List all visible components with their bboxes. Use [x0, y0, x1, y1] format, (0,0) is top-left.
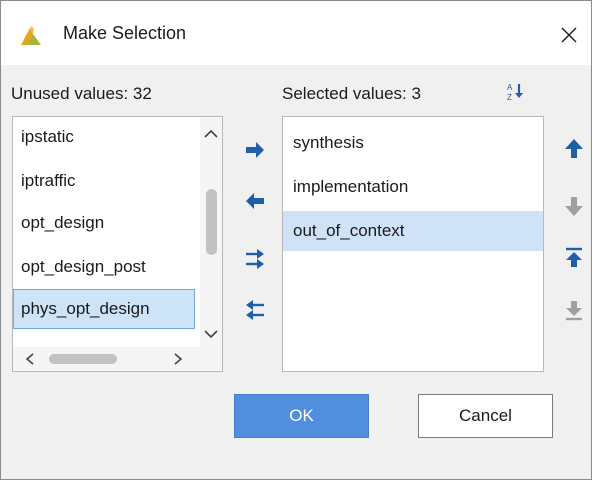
- ok-button[interactable]: OK: [234, 394, 369, 438]
- move-all-right-icon: [246, 249, 264, 269]
- cancel-button[interactable]: Cancel: [418, 394, 553, 438]
- scroll-down-icon[interactable]: [203, 327, 219, 341]
- move-all-left-button[interactable]: [243, 298, 267, 322]
- move-down-button[interactable]: [563, 194, 585, 218]
- list-item[interactable]: opt_design: [13, 203, 222, 243]
- selected-values-label: Selected values: 3: [282, 84, 421, 103]
- move-to-bottom-button[interactable]: [563, 298, 585, 322]
- make-selection-dialog: Make Selection Unused values: 32 Selecte…: [0, 0, 592, 480]
- move-to-bottom-icon: [566, 301, 582, 321]
- move-right-button[interactable]: [243, 138, 267, 162]
- horizontal-scroll-thumb[interactable]: [49, 354, 117, 364]
- move-to-top-button[interactable]: [563, 246, 585, 270]
- list-item[interactable]: implementation: [283, 167, 543, 207]
- scroll-right-icon[interactable]: [169, 352, 185, 366]
- unused-values-list[interactable]: ipstatic iptraffic opt_design opt_design…: [12, 116, 223, 372]
- vertical-scroll-thumb[interactable]: [206, 189, 217, 255]
- unused-values-label: Unused values: 32: [11, 84, 152, 103]
- scroll-up-icon[interactable]: [203, 127, 219, 141]
- move-all-right-button[interactable]: [243, 247, 267, 271]
- move-right-icon: [246, 142, 264, 158]
- sort-az-icon[interactable]: A Z: [506, 81, 526, 103]
- selected-values-list[interactable]: synthesis implementation out_of_context: [282, 116, 544, 372]
- list-item[interactable]: synthesis: [283, 123, 543, 163]
- move-left-button[interactable]: [243, 189, 267, 213]
- list-item-highlighted[interactable]: out_of_context: [283, 211, 543, 251]
- move-all-left-icon: [246, 300, 264, 320]
- scroll-left-icon[interactable]: [23, 352, 39, 366]
- list-item[interactable]: ipstatic: [13, 117, 222, 157]
- horizontal-scrollbar[interactable]: [13, 347, 222, 371]
- move-up-icon: [565, 139, 583, 158]
- move-to-top-icon: [566, 247, 582, 267]
- title-bar: Make Selection: [1, 1, 591, 65]
- list-item[interactable]: iptraffic: [13, 161, 222, 201]
- list-item[interactable]: opt_design_post: [13, 247, 222, 287]
- close-icon: [561, 27, 577, 43]
- svg-text:A: A: [507, 83, 513, 92]
- vivado-logo-icon: [19, 25, 43, 47]
- move-down-icon: [565, 197, 583, 216]
- move-left-icon: [246, 193, 264, 209]
- dialog-title: Make Selection: [63, 23, 187, 43]
- close-button[interactable]: [547, 15, 591, 55]
- list-item-selected[interactable]: phys_opt_design: [13, 289, 195, 329]
- vertical-scrollbar[interactable]: [200, 117, 222, 347]
- move-up-button[interactable]: [563, 137, 585, 161]
- svg-text:Z: Z: [507, 93, 512, 102]
